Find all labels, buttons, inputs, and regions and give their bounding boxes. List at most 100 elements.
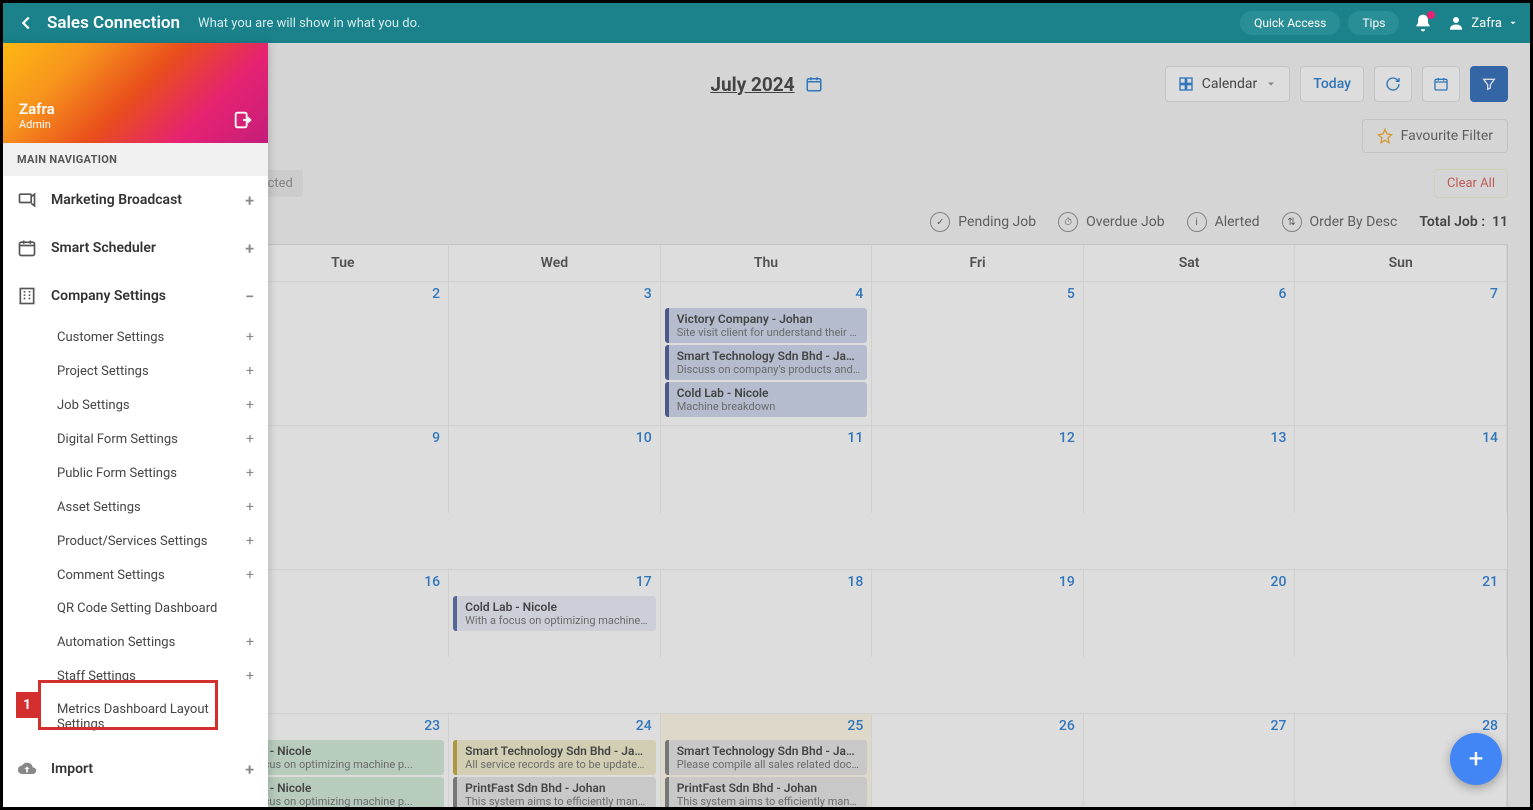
calendar-event[interactable]: Victory Company - JohanSite visit client…: [665, 308, 868, 343]
collapse-icon: −: [245, 287, 254, 306]
nav-import[interactable]: Import+: [3, 745, 268, 793]
expand-icon: +: [246, 634, 254, 650]
favourite-filter-button[interactable]: Favourite Filter: [1362, 119, 1508, 153]
calendar-cell[interactable]: 19: [872, 569, 1084, 657]
calendar-cell[interactable]: 14: [1295, 425, 1507, 513]
sub-item-digital-form-settings[interactable]: Digital Form Settings+: [3, 422, 268, 456]
day-number: 25: [847, 718, 863, 734]
calendar-cell[interactable]: 10: [449, 425, 661, 513]
view-selector[interactable]: Calendar: [1165, 66, 1291, 102]
calendar-cell[interactable]: 16: [238, 569, 450, 657]
calendar-cell[interactable]: 11: [661, 425, 873, 513]
calendar-title[interactable]: July 2024: [710, 73, 822, 96]
calendar-event[interactable]: Smart Technology Sdn Bhd - JamesDiscuss …: [665, 345, 868, 380]
calendar-cell[interactable]: 2: [238, 281, 450, 425]
calendar-cell[interactable]: 6: [1084, 281, 1296, 425]
overdue-job-stat[interactable]: ⏱Overdue Job: [1058, 212, 1164, 232]
nav-smart-scheduler[interactable]: Smart Scheduler+: [3, 224, 268, 272]
sub-item-qr-code-setting-dashboard[interactable]: QR Code Setting Dashboard: [3, 592, 268, 625]
calendar-event[interactable]: ab - Nicolefocus on optimizing machine p…: [242, 777, 445, 807]
date-picker-button[interactable]: [1422, 66, 1460, 102]
clear-all-button[interactable]: Clear All: [1434, 169, 1508, 198]
calendar-cell[interactable]: 24 Smart Technology Sdn Bhd - JamesAll se…: [449, 713, 661, 807]
calendar-cell[interactable]: 7: [1295, 281, 1507, 425]
calendar-event[interactable]: Smart Technology Sdn Bhd - JamesAll serv…: [453, 740, 656, 775]
day-number: 6: [1278, 286, 1286, 302]
calendar-cell[interactable]: 26: [872, 713, 1084, 807]
building-icon: [17, 286, 37, 306]
profile-role: Admin: [19, 118, 252, 131]
calendar-cell[interactable]: 23 ab - Nicolefocus on optimizing machine…: [238, 713, 450, 807]
alerted-stat[interactable]: iAlerted: [1187, 212, 1260, 232]
calendar-cell[interactable]: 25 Smart Technology Sdn Bhd - JamesPlease…: [661, 713, 873, 807]
add-fab[interactable]: +: [1450, 733, 1502, 785]
sub-item-job-settings[interactable]: Job Settings+: [3, 388, 268, 422]
calendar-event[interactable]: ab - Nicolefocus on optimizing machine p…: [242, 740, 445, 775]
sub-item-asset-settings[interactable]: Asset Settings+: [3, 490, 268, 524]
calendar-cell[interactable]: 20: [1084, 569, 1296, 657]
today-button[interactable]: Today: [1300, 66, 1364, 102]
sub-item-customer-settings[interactable]: Customer Settings+: [3, 320, 268, 354]
notifications-icon[interactable]: [1413, 13, 1433, 33]
sidebar-profile: Zafra Admin: [3, 43, 268, 143]
day-number: 23: [424, 718, 440, 734]
tips-button[interactable]: Tips: [1348, 11, 1399, 35]
calendar-cell[interactable]: 27: [1084, 713, 1296, 807]
order-by-stat[interactable]: ⇅Order By Desc: [1282, 212, 1398, 232]
expand-icon: +: [246, 567, 254, 583]
day-number: 3: [644, 286, 652, 302]
sub-item-automation-settings[interactable]: Automation Settings+: [3, 625, 268, 659]
expand-icon: +: [246, 465, 254, 481]
day-number: 14: [1482, 430, 1498, 446]
filter-icon: [1481, 76, 1497, 92]
calendar-cell[interactable]: 12: [872, 425, 1084, 513]
day-header: Fri: [872, 245, 1084, 281]
calendar-cell[interactable]: 9: [238, 425, 450, 513]
calendar-cell[interactable]: 3: [449, 281, 661, 425]
calendar-cell[interactable]: 18: [661, 569, 873, 657]
quick-access-button[interactable]: Quick Access: [1240, 11, 1340, 35]
filter-button[interactable]: [1470, 66, 1508, 102]
calendar-event[interactable]: Cold Lab - NicoleWith a focus on optimiz…: [453, 596, 656, 631]
calendar-cell[interactable]: 13: [1084, 425, 1296, 513]
pending-job-stat[interactable]: ✓Pending Job: [930, 212, 1036, 232]
calendar-icon: [805, 75, 823, 93]
calendar-event[interactable]: PrintFast Sdn Bhd - JohanThis system aim…: [665, 777, 868, 807]
grid-icon: [1178, 76, 1194, 92]
refresh-icon: [1385, 76, 1401, 92]
back-icon[interactable]: [15, 12, 37, 34]
calendar-cell[interactable]: 21: [1295, 569, 1507, 657]
sort-icon: ⇅: [1282, 212, 1302, 232]
calendar-icon: [17, 238, 37, 258]
profile-name: Zafra: [19, 100, 252, 118]
sub-item-project-settings[interactable]: Project Settings+: [3, 354, 268, 388]
day-number: 2: [432, 286, 440, 302]
calendar-event[interactable]: Smart Technology Sdn Bhd - JamesPlease c…: [665, 740, 868, 775]
day-number: 27: [1271, 718, 1287, 734]
nav-section-label: MAIN NAVIGATION: [3, 143, 268, 176]
day-number: 21: [1482, 574, 1498, 590]
day-number: 13: [1271, 430, 1287, 446]
calendar-cell[interactable]: 4Victory Company - JohanSite visit clien…: [661, 281, 873, 425]
calendar-event[interactable]: PrintFast Sdn Bhd - JohanThis system aim…: [453, 777, 656, 807]
day-number: 18: [847, 574, 863, 590]
calendar-cell[interactable]: 17Cold Lab - NicoleWith a focus on optim…: [449, 569, 661, 657]
chevron-down-icon: [1265, 78, 1277, 90]
sub-item-public-form-settings[interactable]: Public Form Settings+: [3, 456, 268, 490]
expand-icon: +: [245, 191, 254, 210]
sub-item-product-services-settings[interactable]: Product/Services Settings+: [3, 524, 268, 558]
nav-marketing-broadcast[interactable]: Marketing Broadcast+: [3, 176, 268, 224]
day-number: 12: [1059, 430, 1075, 446]
calendar-event[interactable]: Cold Lab - NicoleMachine breakdown: [665, 382, 868, 417]
tagline: What you are will show in what you do.: [198, 16, 420, 31]
calendar-icon: [1433, 76, 1449, 92]
app-header: Sales Connection What you are will show …: [3, 3, 1530, 43]
nav-company-settings[interactable]: Company Settings−: [3, 272, 268, 320]
logout-icon[interactable]: [232, 109, 254, 131]
expand-icon: +: [246, 329, 254, 345]
refresh-button[interactable]: [1374, 66, 1412, 102]
calendar-cell[interactable]: 5: [872, 281, 1084, 425]
user-menu[interactable]: Zafra: [1447, 14, 1518, 32]
day-number: 24: [636, 718, 652, 734]
sub-item-comment-settings[interactable]: Comment Settings+: [3, 558, 268, 592]
